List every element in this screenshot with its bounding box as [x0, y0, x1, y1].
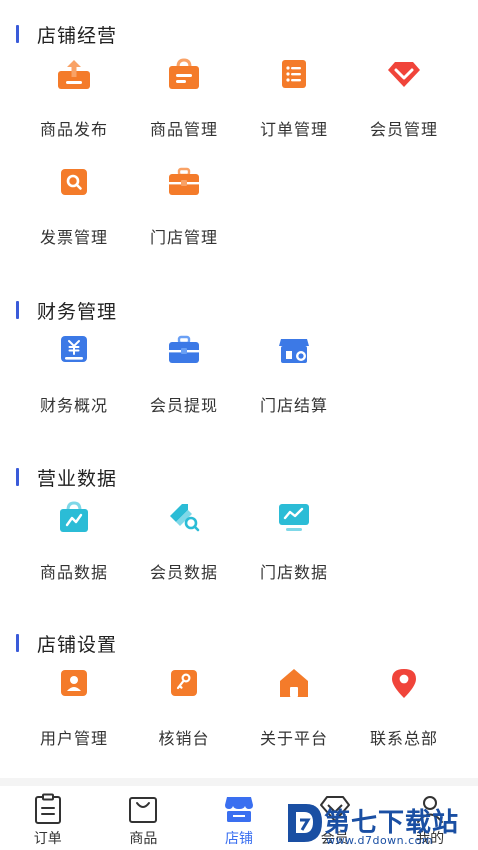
- store-icon: [221, 792, 257, 826]
- grid-item-label: 订单管理: [259, 120, 328, 139]
- invoice-search-icon: [54, 162, 94, 202]
- tab-label: 店铺: [224, 831, 253, 847]
- grid-item-label: 门店管理: [149, 228, 218, 247]
- tab-label: 商品: [129, 831, 158, 847]
- shopping-bag-icon: [164, 54, 204, 94]
- grid-item-label: 会员管理: [369, 120, 438, 139]
- grid-item-user-manage[interactable]: 用户管理: [19, 663, 129, 753]
- section-accent-bar: [16, 301, 19, 319]
- grid-item-contact-hq[interactable]: 联系总部: [349, 663, 459, 753]
- section-title: 营业数据: [16, 465, 118, 490]
- grid-item-label: 会员数据: [149, 563, 218, 582]
- briefcase-icon: [164, 162, 204, 202]
- grid-item-about-platform[interactable]: 关于平台: [239, 663, 349, 753]
- grid-item-finance-overview[interactable]: 财务概况: [19, 330, 129, 420]
- watermark-logo-icon: [284, 800, 324, 846]
- tab-orders[interactable]: 订单: [0, 786, 96, 850]
- section-title: 店铺经营: [16, 22, 118, 47]
- bag-chart-icon: [54, 497, 94, 537]
- watermark: 第七下载站 www.d7down.com: [284, 800, 478, 850]
- store-settle-icon: [274, 330, 314, 370]
- upload-box-icon: [54, 54, 94, 94]
- clipboard-icon: [30, 792, 66, 826]
- section-title: 店铺设置: [16, 631, 118, 656]
- section-title-text: 营业数据: [37, 467, 118, 490]
- grid-item-label: 门店数据: [259, 563, 328, 582]
- toolbox-icon: [164, 330, 204, 370]
- grid-item-label: 用户管理: [39, 729, 108, 748]
- grid-item-store-manage[interactable]: 门店管理: [129, 162, 239, 252]
- section-accent-bar: [16, 468, 19, 486]
- grid-item-label: 联系总部: [369, 729, 438, 748]
- grid-item-member-withdraw[interactable]: 会员提现: [129, 330, 239, 420]
- section-title-text: 店铺设置: [37, 633, 118, 656]
- user-card-icon: [54, 663, 94, 703]
- grid-item-invoice-manage[interactable]: 发票管理: [19, 162, 129, 252]
- grid-item-label: 发票管理: [39, 228, 108, 247]
- monitor-chart-icon: [274, 497, 314, 537]
- grid-item-member-data[interactable]: 会员数据: [129, 497, 239, 587]
- grid-item-label: 财务概况: [39, 396, 108, 415]
- grid-item-product-publish[interactable]: 商品发布: [19, 54, 129, 144]
- tab-store[interactable]: 店铺: [191, 786, 287, 850]
- grid-item-store-settle[interactable]: 门店结算: [239, 330, 349, 420]
- grid-item-label: 会员提现: [149, 396, 218, 415]
- grid-item-store-data[interactable]: 门店数据: [239, 497, 349, 587]
- section-title-text: 店铺经营: [37, 24, 118, 47]
- section-store-operation: 店铺经营 商品发布 商品管理 订单管理 会员管理 发票管理 门店管理: [0, 0, 478, 270]
- grid-item-label: 门店结算: [259, 396, 328, 415]
- grid-item-label: 关于平台: [259, 729, 328, 748]
- home-icon: [274, 663, 314, 703]
- grid-item-member-manage[interactable]: 会员管理: [349, 54, 459, 144]
- location-pin-icon: [384, 663, 424, 703]
- grid-item-label: 核销台: [158, 729, 210, 748]
- tag-search-icon: [164, 497, 204, 537]
- grid-item-label: 商品数据: [39, 563, 108, 582]
- tabbar-divider: [0, 778, 478, 786]
- grid-item-product-manage[interactable]: 商品管理: [129, 54, 239, 144]
- diamond-icon: [384, 54, 424, 94]
- grid-item-product-data[interactable]: 商品数据: [19, 497, 129, 587]
- grid-item-label: 商品发布: [39, 120, 108, 139]
- grid-item-verify-desk[interactable]: 核销台: [129, 663, 239, 753]
- grid-item-label: 商品管理: [149, 120, 218, 139]
- order-list-icon: [274, 54, 314, 94]
- tab-products[interactable]: 商品: [96, 786, 192, 850]
- watermark-url: www.d7down.com: [326, 834, 434, 847]
- section-accent-bar: [16, 634, 19, 652]
- grid-item-order-manage[interactable]: 订单管理: [239, 54, 349, 144]
- bag-outline-icon: [125, 792, 161, 826]
- section-title: 财务管理: [16, 298, 118, 323]
- yuan-wallet-icon: [54, 330, 94, 370]
- tab-label: 订单: [33, 831, 62, 847]
- section-title-text: 财务管理: [37, 300, 118, 323]
- section-accent-bar: [16, 25, 19, 43]
- key-card-icon: [164, 663, 204, 703]
